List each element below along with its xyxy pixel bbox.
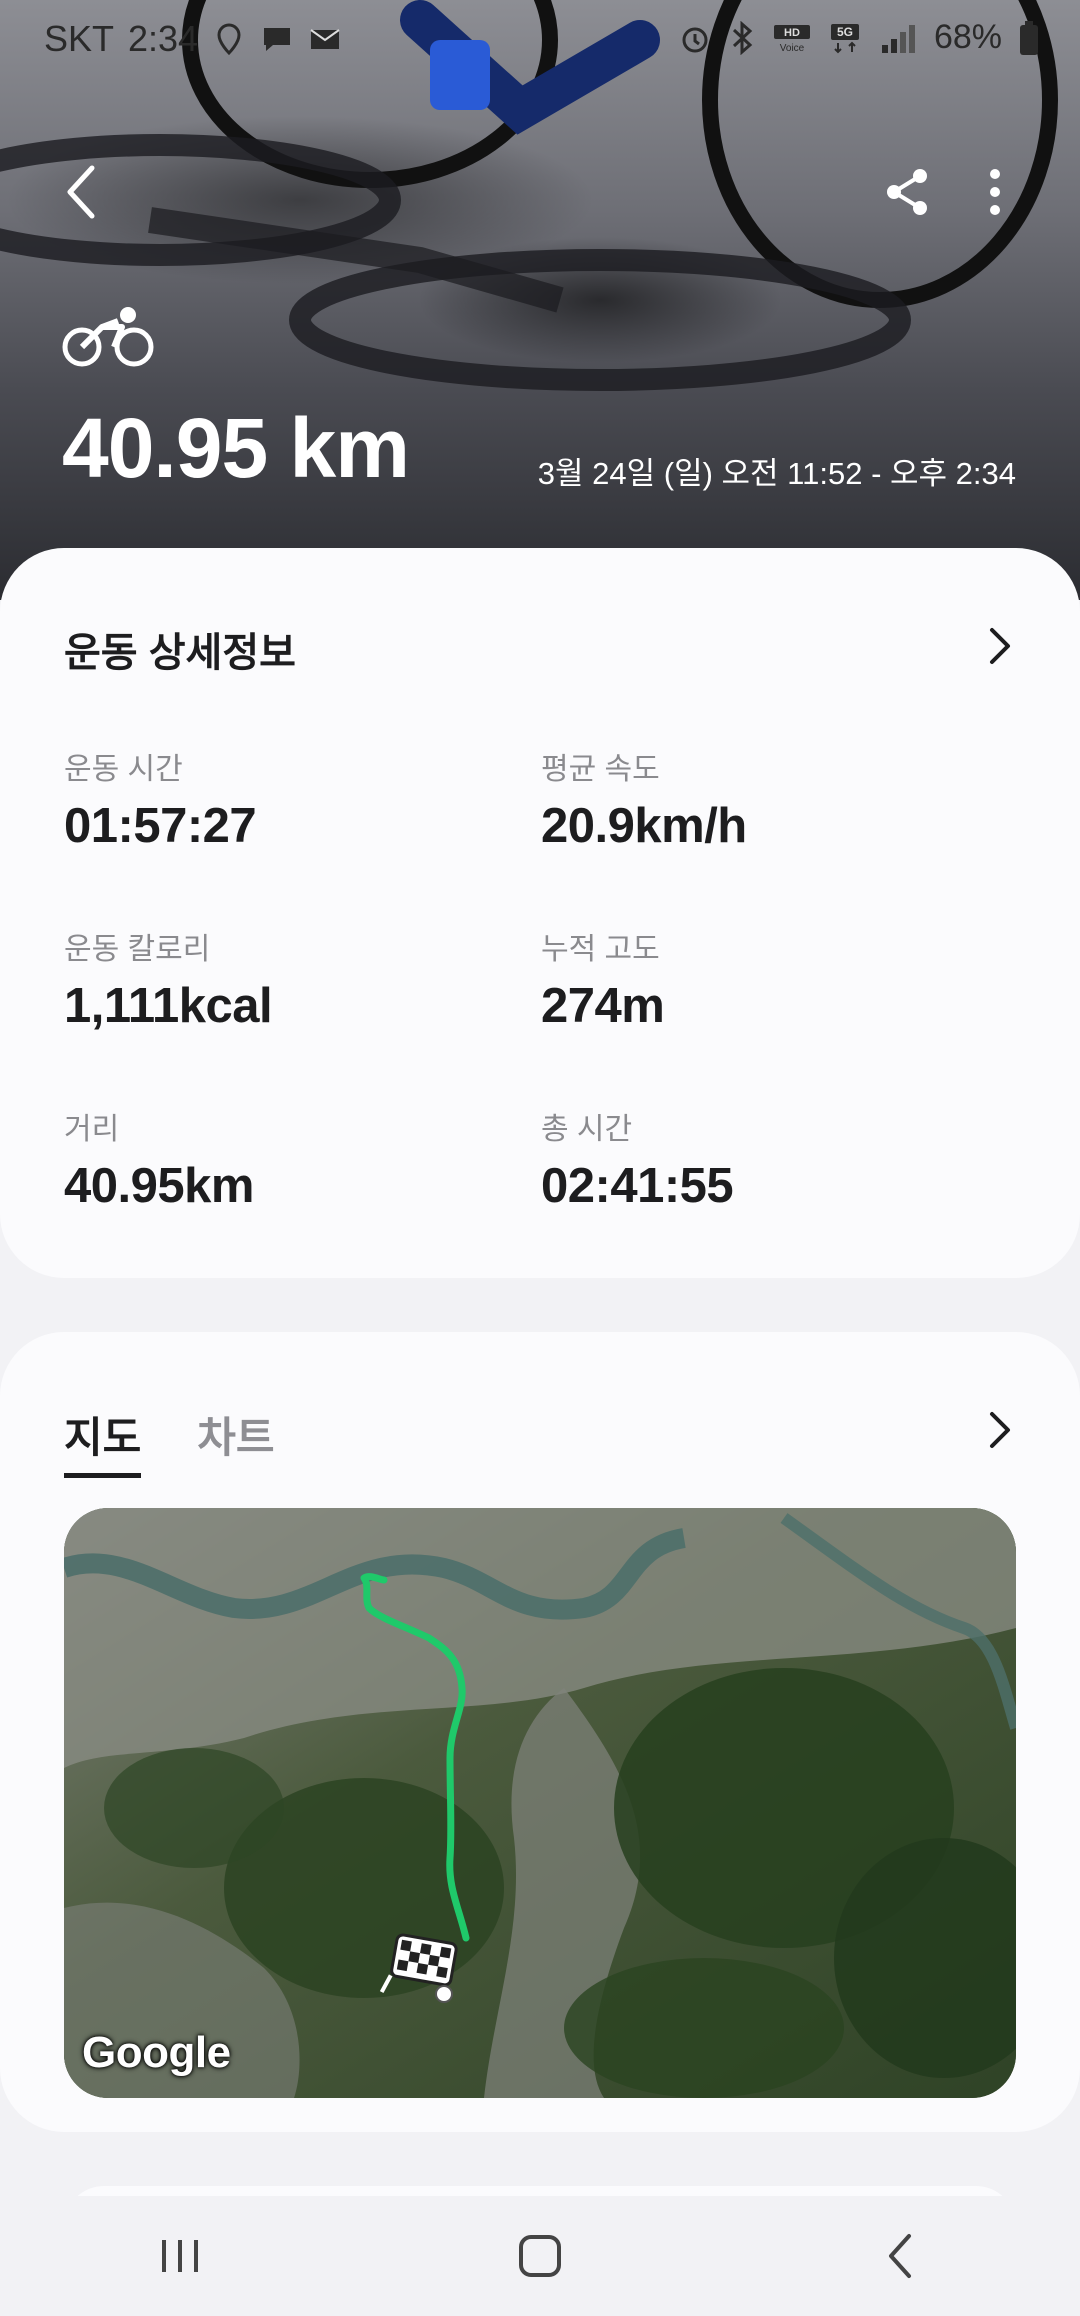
stat-value: 20.9km/h (541, 799, 747, 853)
battery-percent: 68% (933, 18, 1002, 56)
stat-total-time: 총 시간 02:41:55 (541, 1104, 734, 1214)
stat-elevation-gain: 누적 고도 274m (541, 924, 665, 1034)
total-distance: 40.95 km (62, 401, 410, 495)
google-logo: Google (82, 2028, 231, 2077)
home-button[interactable] (490, 2206, 590, 2306)
back-icon (889, 2234, 911, 2278)
stat-value: 40.95km (64, 1159, 254, 1213)
recents-button[interactable] (130, 2206, 230, 2306)
stat-label: 운동 시간 (64, 753, 183, 786)
mail-icon (310, 29, 340, 49)
map-chart-tabs: 지도 차트 (64, 1404, 275, 1478)
system-navigation-bar (0, 2196, 1080, 2316)
map-chart-card: 지도 차트 Google (0, 1332, 1080, 2132)
satellite-map (64, 1508, 1016, 2098)
stat-value: 1,111kcal (64, 979, 273, 1033)
svg-text:5G: 5G (837, 25, 853, 39)
stat-label: 거리 (64, 1113, 120, 1146)
bluetooth-icon (732, 20, 753, 55)
bicycle-icon (62, 307, 154, 367)
carrier-label: SKT (44, 18, 115, 59)
map-chevron-right-icon[interactable] (976, 1406, 1024, 1454)
stat-value: 274m (541, 979, 665, 1033)
stat-label: 총 시간 (541, 1113, 633, 1146)
more-options-button[interactable] (955, 152, 1035, 232)
stat-workout-time: 운동 시간 01:57:27 (64, 744, 257, 854)
back-button[interactable] (42, 152, 122, 232)
stat-label: 누적 고도 (541, 933, 660, 966)
details-title: 운동 상세정보 (64, 631, 296, 675)
nav-back-button[interactable] (850, 2206, 950, 2306)
share-icon (887, 169, 927, 215)
stat-distance: 거리 40.95km (64, 1104, 254, 1214)
svg-text:HD: HD (784, 27, 800, 39)
stat-label: 평균 속도 (541, 753, 660, 786)
stat-value: 02:41:55 (541, 1159, 734, 1213)
message-icon (264, 28, 291, 51)
tab-chart[interactable]: 차트 (197, 1404, 274, 1478)
stat-average-speed: 평균 속도 20.9km/h (541, 744, 747, 854)
workout-details-card: 운동 상세정보 운동 시간 01:57:27 평균 속도 20.9km/h 운동… (0, 548, 1080, 1278)
5g-icon: 5G (830, 23, 859, 53)
workout-date-range: 3월 24일 (일) 오전 11:52 - 오후 2:34 (537, 456, 1016, 491)
hero-header: SKT 2:34 HD Voice 5G 68% 40.95 km 3월 24일… (0, 0, 1080, 600)
tab-map[interactable]: 지도 (64, 1404, 142, 1478)
start-point-marker (435, 1985, 453, 2003)
chevron-left-icon (67, 165, 95, 219)
more-vertical-icon (990, 169, 1000, 215)
home-icon (519, 2235, 561, 2277)
alarm-icon (682, 27, 708, 52)
stat-value: 01:57:27 (64, 799, 257, 853)
details-chevron-right-icon[interactable] (976, 622, 1024, 670)
stat-label: 운동 칼로리 (64, 933, 211, 966)
clock: 2:34 (128, 18, 199, 59)
battery-icon (1020, 20, 1038, 55)
status-bar: SKT 2:34 HD Voice 5G 68% (0, 0, 1080, 80)
location-icon (217, 23, 241, 56)
share-button[interactable] (868, 152, 948, 232)
recents-icon (162, 2240, 198, 2272)
stat-calories: 운동 칼로리 1,111kcal (64, 924, 273, 1034)
signal-icon (881, 24, 915, 53)
hero-photo (0, 0, 1058, 391)
svg-text:Voice: Voice (780, 43, 805, 54)
route-map[interactable]: Google (64, 1508, 1016, 2098)
volte-icon: HD Voice (773, 24, 810, 54)
